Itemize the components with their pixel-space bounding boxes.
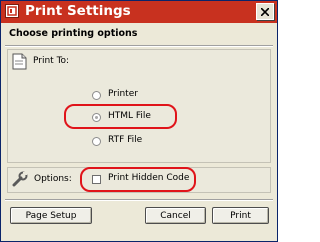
html-file-highlight (64, 104, 177, 129)
print-to-label: Print To: (33, 56, 70, 66)
heading-divider (5, 45, 273, 47)
printer-option-label[interactable]: Printer (108, 89, 138, 99)
wrench-icon (12, 171, 28, 191)
close-icon (261, 8, 269, 16)
dialog-heading: Choose printing options (9, 28, 138, 39)
printer-radio[interactable] (92, 91, 101, 100)
window-title: Print Settings (25, 3, 131, 19)
title-bar[interactable]: Print Settings (1, 1, 277, 23)
page-setup-button[interactable]: Page Setup (10, 207, 92, 224)
rtf-file-radio[interactable] (92, 137, 101, 146)
app-icon (5, 4, 19, 18)
close-button[interactable] (256, 3, 274, 20)
rtf-file-option-label[interactable]: RTF File (108, 135, 142, 145)
print-settings-dialog: Print Settings Choose printing options P… (0, 0, 278, 242)
print-hidden-code-highlight (80, 167, 196, 192)
options-label: Options: (34, 174, 72, 184)
document-icon (12, 53, 27, 74)
cancel-button[interactable]: Cancel (145, 207, 206, 224)
print-button[interactable]: Print (212, 207, 269, 224)
buttons-divider (5, 199, 273, 201)
